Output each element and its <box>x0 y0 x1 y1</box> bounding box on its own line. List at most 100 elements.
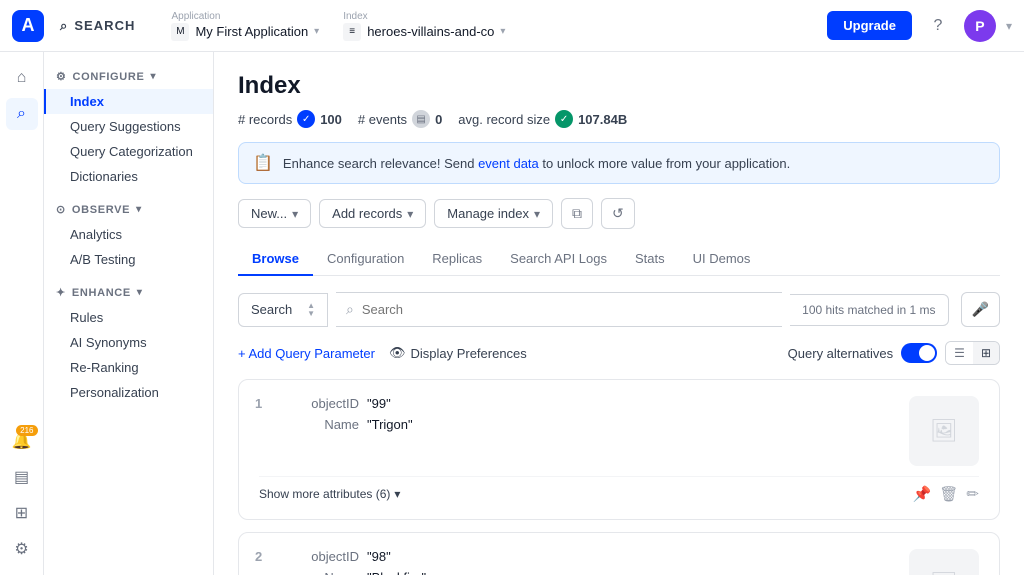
configure-section: ⚙ CONFIGURE ▾ Index Query Suggestions Qu… <box>44 64 213 189</box>
observe-section: ⊙ OBSERVE ▾ Analytics A/B Testing <box>44 197 213 272</box>
enhance-header[interactable]: ✦ ENHANCE ▾ <box>44 280 213 305</box>
sidebar-item-index[interactable]: Index <box>44 89 213 114</box>
field-value-name: "Trigon" <box>367 417 413 432</box>
edit-icon[interactable]: ✏ <box>966 485 979 503</box>
topbar: A ⌕ SEARCH Application M My First Applic… <box>0 0 1024 52</box>
info-banner: 📋 Enhance search relevance! Send event d… <box>238 142 1000 184</box>
sidebar-item-ab-testing[interactable]: A/B Testing <box>44 247 213 272</box>
result-number: 2 <box>255 549 262 564</box>
sidebar-icon-home[interactable]: ⌂ <box>6 62 38 94</box>
add-records-button[interactable]: Add records ▾ <box>319 199 426 228</box>
page-title: Index <box>238 72 1000 100</box>
event-data-link[interactable]: event data <box>478 156 539 171</box>
tab-replicas[interactable]: Replicas <box>418 243 496 276</box>
search-input-wrap: ⌕ <box>336 292 782 327</box>
display-preferences-button[interactable]: 👁 Display Preferences <box>389 345 527 361</box>
search-type-arrows[interactable]: ▲ ▼ <box>307 302 315 318</box>
sidebar-item-ai-synonyms[interactable]: AI Synonyms <box>44 330 213 355</box>
tab-browse[interactable]: Browse <box>238 243 313 276</box>
delete-icon[interactable]: 🗑 <box>939 485 958 503</box>
result-image: 🖼 <box>909 549 979 575</box>
field-value-name: "Blackfire" <box>367 570 426 575</box>
tab-stats[interactable]: Stats <box>621 243 679 276</box>
field-label-name: Name <box>279 417 359 432</box>
mic-button[interactable]: 🎤 <box>961 292 1000 327</box>
sidebar-item-personalization[interactable]: Personalization <box>44 380 213 405</box>
chevron-down-icon: ▾ <box>394 487 400 501</box>
sidebar-item-analytics[interactable]: Analytics <box>44 222 213 247</box>
query-alternatives-toggle: Query alternatives ☰ ⊞ <box>788 341 1000 365</box>
index-icon: ≡ <box>343 23 361 41</box>
application-selector[interactable]: Application M My First Application ▾ <box>171 11 319 41</box>
image-placeholder-icon: 🖼 <box>930 418 958 444</box>
app-logo: A <box>12 10 44 42</box>
grid-view-button[interactable]: ⊞ <box>973 342 999 364</box>
field-value-objectid: "98" <box>367 549 391 564</box>
chevron-down-icon: ▾ <box>1006 19 1012 33</box>
pin-icon[interactable]: 📌 <box>913 485 932 503</box>
sidebar-item-re-ranking[interactable]: Re-Ranking <box>44 355 213 380</box>
observe-icon: ⊙ <box>56 203 66 216</box>
field-label-objectid: objectID <box>279 396 359 411</box>
topbar-right: Upgrade ? P ▾ <box>827 10 1012 42</box>
sidebar-icon-notifications[interactable]: 🔔 216 <box>6 425 38 457</box>
configure-header[interactable]: ⚙ CONFIGURE ▾ <box>44 64 213 89</box>
observe-header[interactable]: ⊙ OBSERVE ▾ <box>44 197 213 222</box>
field-label-name: Name <box>279 570 359 575</box>
info-icon: 📋 <box>253 153 273 173</box>
grid-toggle: ☰ ⊞ <box>945 341 1000 365</box>
stat-records: # records ✓ 100 <box>238 110 342 128</box>
result-card: 2 objectID "98" Name "Blackfire" 🖼 <box>238 532 1000 575</box>
query-alternatives-switch[interactable] <box>901 343 937 363</box>
app-icon: M <box>171 23 189 41</box>
stat-avg-size: avg. record size ✓ 107.84B <box>458 110 627 128</box>
list-view-button[interactable]: ☰ <box>946 342 973 364</box>
show-more-attributes-button[interactable]: Show more attributes (6) ▾ <box>259 487 400 501</box>
chevron-down-icon: ▾ <box>314 26 319 37</box>
upgrade-button[interactable]: Upgrade <box>827 11 912 40</box>
sidebar-item-dictionaries[interactable]: Dictionaries <box>44 164 213 189</box>
chevron-down-icon: ▾ <box>407 207 413 221</box>
sidebar-item-query-suggestions[interactable]: Query Suggestions <box>44 114 213 139</box>
field-label-objectid: objectID <box>279 549 359 564</box>
main-layout: ⌂ ⌕ 🔔 216 ▤ ⊞ ⚙ ⚙ CONFIGURE ▾ Index Quer… <box>0 52 1024 575</box>
query-params-row: + Add Query Parameter 👁 Display Preferen… <box>238 341 1000 365</box>
new-button[interactable]: New... ▾ <box>238 199 311 228</box>
avatar[interactable]: P <box>964 10 996 42</box>
copy-button[interactable]: ⧉ <box>561 198 593 229</box>
manage-index-button[interactable]: Manage index ▾ <box>434 199 553 228</box>
stat-events: # events ▤ 0 <box>358 110 442 128</box>
sidebar-icon-search[interactable]: ⌕ <box>6 98 38 130</box>
sidebar-icon-analytics[interactable]: ▤ <box>6 461 38 493</box>
refresh-button[interactable]: ↺ <box>601 198 635 229</box>
tab-search-api-logs[interactable]: Search API Logs <box>496 243 621 276</box>
sidebar-item-rules[interactable]: Rules <box>44 305 213 330</box>
result-image: 🖼 <box>909 396 979 466</box>
tab-ui-demos[interactable]: UI Demos <box>679 243 765 276</box>
result-card: 1 objectID "99" Name "Trigon" 🖼 <box>238 379 1000 520</box>
help-button[interactable]: ? <box>922 10 954 42</box>
toolbar: New... ▾ Add records ▾ Manage index ▾ ⧉ … <box>238 198 1000 229</box>
topbar-search-label: ⌕ SEARCH <box>60 18 135 34</box>
events-badge: ▤ <box>412 110 430 128</box>
main-content: Index # records ✓ 100 # events ▤ 0 avg. … <box>214 52 1024 575</box>
chevron-icon: ▾ <box>136 204 142 215</box>
sidebar-icon-database[interactable]: ⊞ <box>6 497 38 529</box>
search-hits: 100 hits matched in 1 ms <box>790 294 948 326</box>
add-query-param-button[interactable]: + Add Query Parameter <box>238 346 375 361</box>
index-selector[interactable]: Index ≡ heroes-villains-and-co ▾ <box>343 11 505 41</box>
sidebar-item-query-categorization[interactable]: Query Categorization <box>44 139 213 164</box>
search-icon: ⌕ <box>60 18 68 34</box>
result-number: 1 <box>255 396 262 411</box>
chevron-icon: ▾ <box>150 71 156 82</box>
field-value-objectid: "99" <box>367 396 391 411</box>
chevron-down-icon: ▾ <box>500 26 505 37</box>
search-type-selector[interactable]: Search ▲ ▼ <box>238 293 328 327</box>
arrow-down-icon[interactable]: ▼ <box>307 310 315 318</box>
sidebar-icon-settings[interactable]: ⚙ <box>6 533 38 565</box>
image-placeholder-icon: 🖼 <box>930 571 958 575</box>
search-row: Search ▲ ▼ ⌕ 100 hits matched in 1 ms 🎤 <box>238 292 1000 327</box>
tab-configuration[interactable]: Configuration <box>313 243 418 276</box>
enhance-icon: ✦ <box>56 286 66 299</box>
search-input[interactable] <box>362 302 772 317</box>
